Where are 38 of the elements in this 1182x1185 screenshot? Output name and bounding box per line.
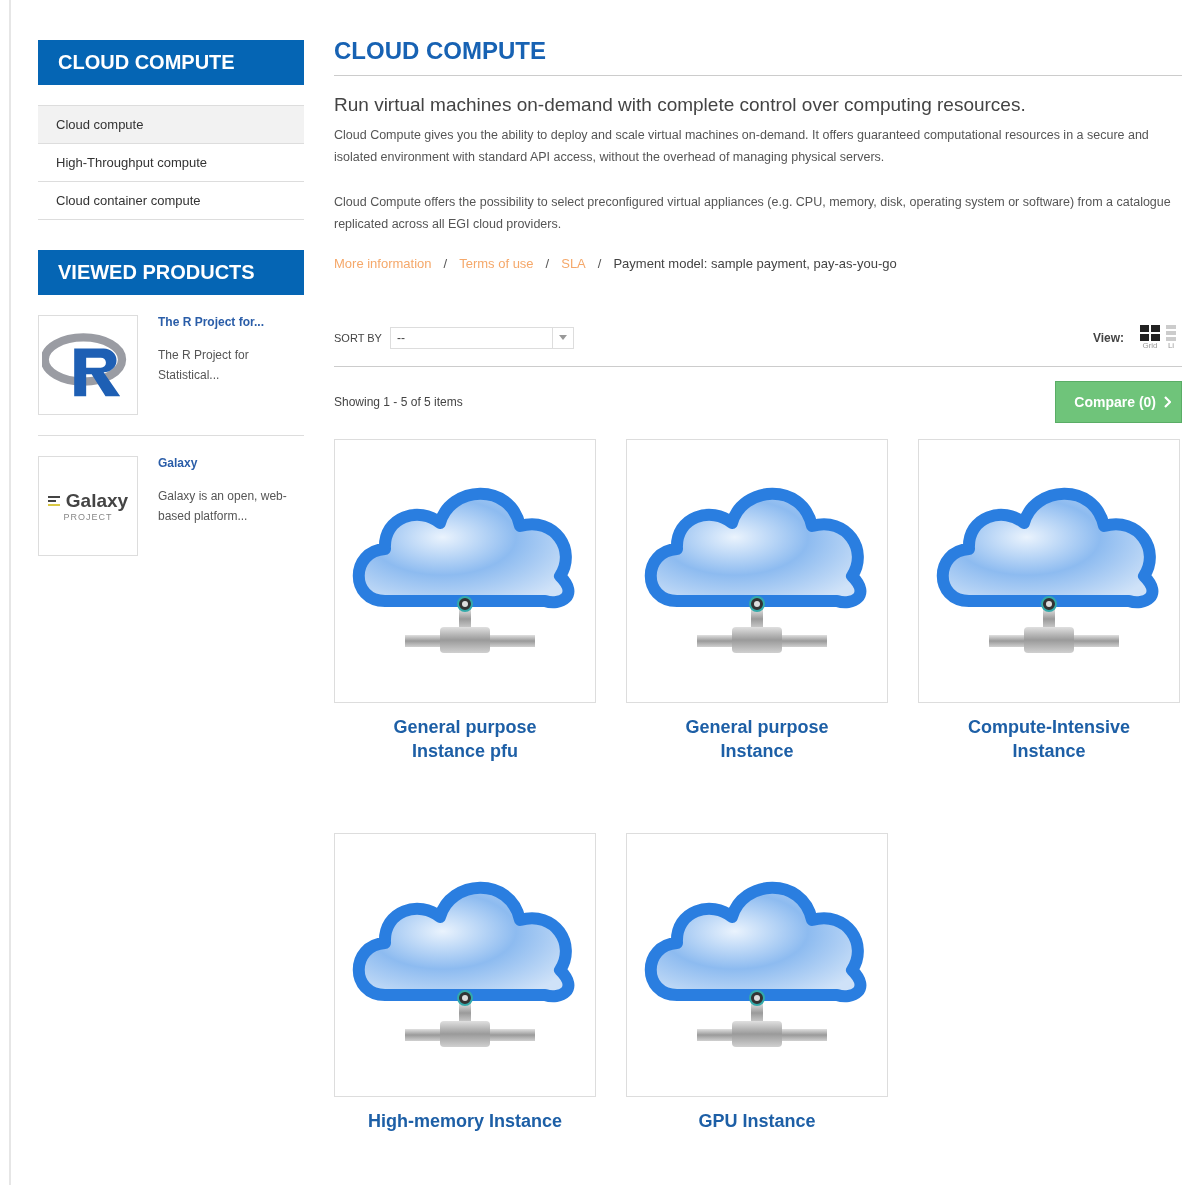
view-label: View:	[1092, 330, 1124, 345]
product-name-link[interactable]: GPU Instance	[647, 1109, 867, 1133]
product-image[interactable]	[334, 833, 596, 1097]
product-name-link[interactable]: High-memory Instance	[355, 1109, 575, 1133]
product-description: Galaxy is an open, web-based platform...	[158, 488, 288, 525]
product-image[interactable]	[918, 439, 1180, 703]
product-thumbnail[interactable]	[38, 315, 138, 415]
category-link[interactable]: High-Throughput compute	[38, 144, 304, 182]
chevron-right-icon	[1164, 396, 1171, 408]
category-link[interactable]: Cloud compute	[38, 106, 304, 144]
category-link[interactable]: Cloud container compute	[38, 182, 304, 220]
payment-model-text: Payment model: sample payment, pay-as-you-go	[613, 256, 897, 271]
separator: /	[597, 256, 602, 271]
product-name-link[interactable]: General purpose Instance	[647, 715, 867, 763]
caret-icon	[558, 335, 567, 340]
viewed-products-heading: VIEWED PRODUCTS	[38, 250, 304, 295]
product-image[interactable]	[626, 833, 888, 1097]
product-image[interactable]	[626, 439, 888, 703]
page-subtitle: Run virtual machines on-demand with complete control over computing resources.	[334, 94, 1027, 116]
separator: /	[545, 256, 550, 271]
product-name-link[interactable]: Compute-Intensive Instance	[939, 715, 1159, 763]
sort-label: SORT BY	[334, 331, 382, 344]
product-name-link[interactable]: General purpose Instance pfu	[355, 715, 575, 763]
logo-subtext: PROJECT	[63, 512, 113, 522]
product-thumbnail[interactable]: Galaxy PROJECT	[38, 456, 138, 556]
product-description: The R Project for Statistical...	[158, 347, 250, 384]
description-paragraph: Cloud Compute offers the possibility to select preconfigured virtual appliances (e.g. CPU, memory, disk, operating system or software) from a catalogue replicated across all EGI cloud providers.	[334, 194, 1172, 233]
item-count: Showing 1 - 5 of 5 items	[334, 395, 463, 409]
lines-icon	[47, 496, 62, 506]
sort-dropdown[interactable]: --	[389, 326, 574, 349]
product-link[interactable]: Galaxy	[158, 456, 304, 470]
separator: /	[443, 256, 448, 271]
product-link[interactable]: The R Project for...	[158, 315, 304, 329]
logo-text: Galaxy	[65, 490, 129, 512]
product-image[interactable]	[334, 439, 596, 703]
category-heading: CLOUD COMPUTE	[38, 40, 304, 85]
description-paragraph: Cloud Compute gives you the ability to deploy and scale virtual machines on-demand. It offers guaranteed computational resources in a secure and isolated environment with standard API access, without the overhead of managing physical servers.	[334, 127, 1150, 166]
page-title: CLOUD COMPUTE	[334, 37, 1182, 76]
